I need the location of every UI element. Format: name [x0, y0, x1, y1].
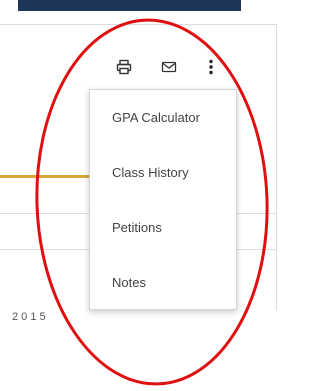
menu-item-notes[interactable]: Notes	[90, 262, 236, 302]
header-bar	[18, 0, 241, 11]
progress-accent-bar	[0, 175, 92, 178]
printer-icon	[116, 59, 132, 75]
menu-item-gpa-calculator[interactable]: GPA Calculator	[90, 97, 236, 137]
menu-item-class-history[interactable]: Class History	[90, 152, 236, 192]
partial-text: 2 0 1 5	[12, 311, 46, 323]
print-button[interactable]	[113, 56, 135, 78]
more-vertical-icon	[209, 59, 213, 75]
menu-item-petitions[interactable]: Petitions	[90, 207, 236, 247]
envelope-icon	[161, 61, 177, 73]
more-options-button[interactable]	[200, 56, 222, 78]
more-options-menu: GPA Calculator Class History Petitions N…	[89, 89, 237, 310]
email-button[interactable]	[158, 56, 180, 78]
